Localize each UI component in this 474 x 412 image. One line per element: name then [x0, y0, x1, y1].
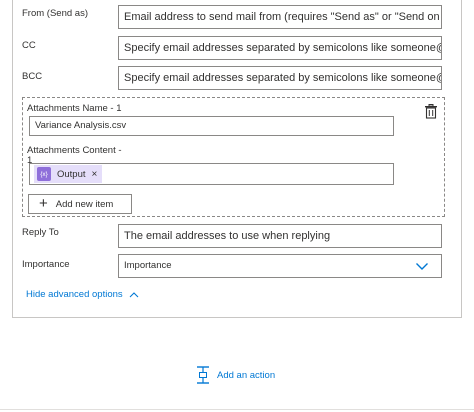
from-input[interactable]: Email address to send mail from (require… [118, 5, 442, 29]
reply-to-label: Reply To [22, 227, 59, 238]
cc-label: CC [22, 40, 36, 51]
reply-to-input[interactable]: The email addresses to use when replying [118, 224, 442, 248]
plus-icon: + [39, 195, 48, 212]
chevron-down-icon [416, 263, 428, 270]
variable-icon: {x} [37, 167, 51, 181]
add-action-label: Add an action [217, 369, 276, 381]
cc-input[interactable]: Specify email addresses separated by sem… [118, 36, 442, 60]
remove-token-icon[interactable]: × [92, 169, 98, 180]
bcc-input[interactable]: Specify email addresses separated by sem… [118, 66, 442, 90]
delete-item-icon[interactable] [424, 104, 438, 119]
hide-advanced-options-link[interactable]: Hide advanced options [26, 289, 139, 300]
importance-label: Importance [22, 259, 70, 270]
bcc-label: BCC [22, 71, 43, 82]
hide-advanced-options-label: Hide advanced options [26, 289, 123, 300]
importance-select[interactable]: Importance [118, 254, 442, 278]
add-action-button[interactable]: Add an action [196, 366, 275, 384]
output-token[interactable]: {x} Output × [34, 165, 103, 183]
output-token-label: Output [57, 168, 86, 180]
attachments-name-label: Attachments Name - 1 [27, 103, 122, 114]
divider [0, 409, 474, 410]
add-action-icon [197, 366, 209, 384]
chevron-up-icon [129, 291, 139, 297]
attachments-name-input[interactable]: Variance Analysis.csv [29, 116, 394, 136]
attachments-content-label: Attachments Content - [27, 145, 122, 156]
add-new-item-button[interactable]: + Add new item [28, 194, 132, 214]
add-new-item-label: Add new item [55, 198, 114, 210]
from-label: From (Send as) [22, 8, 88, 19]
importance-value: Importance [124, 260, 172, 271]
